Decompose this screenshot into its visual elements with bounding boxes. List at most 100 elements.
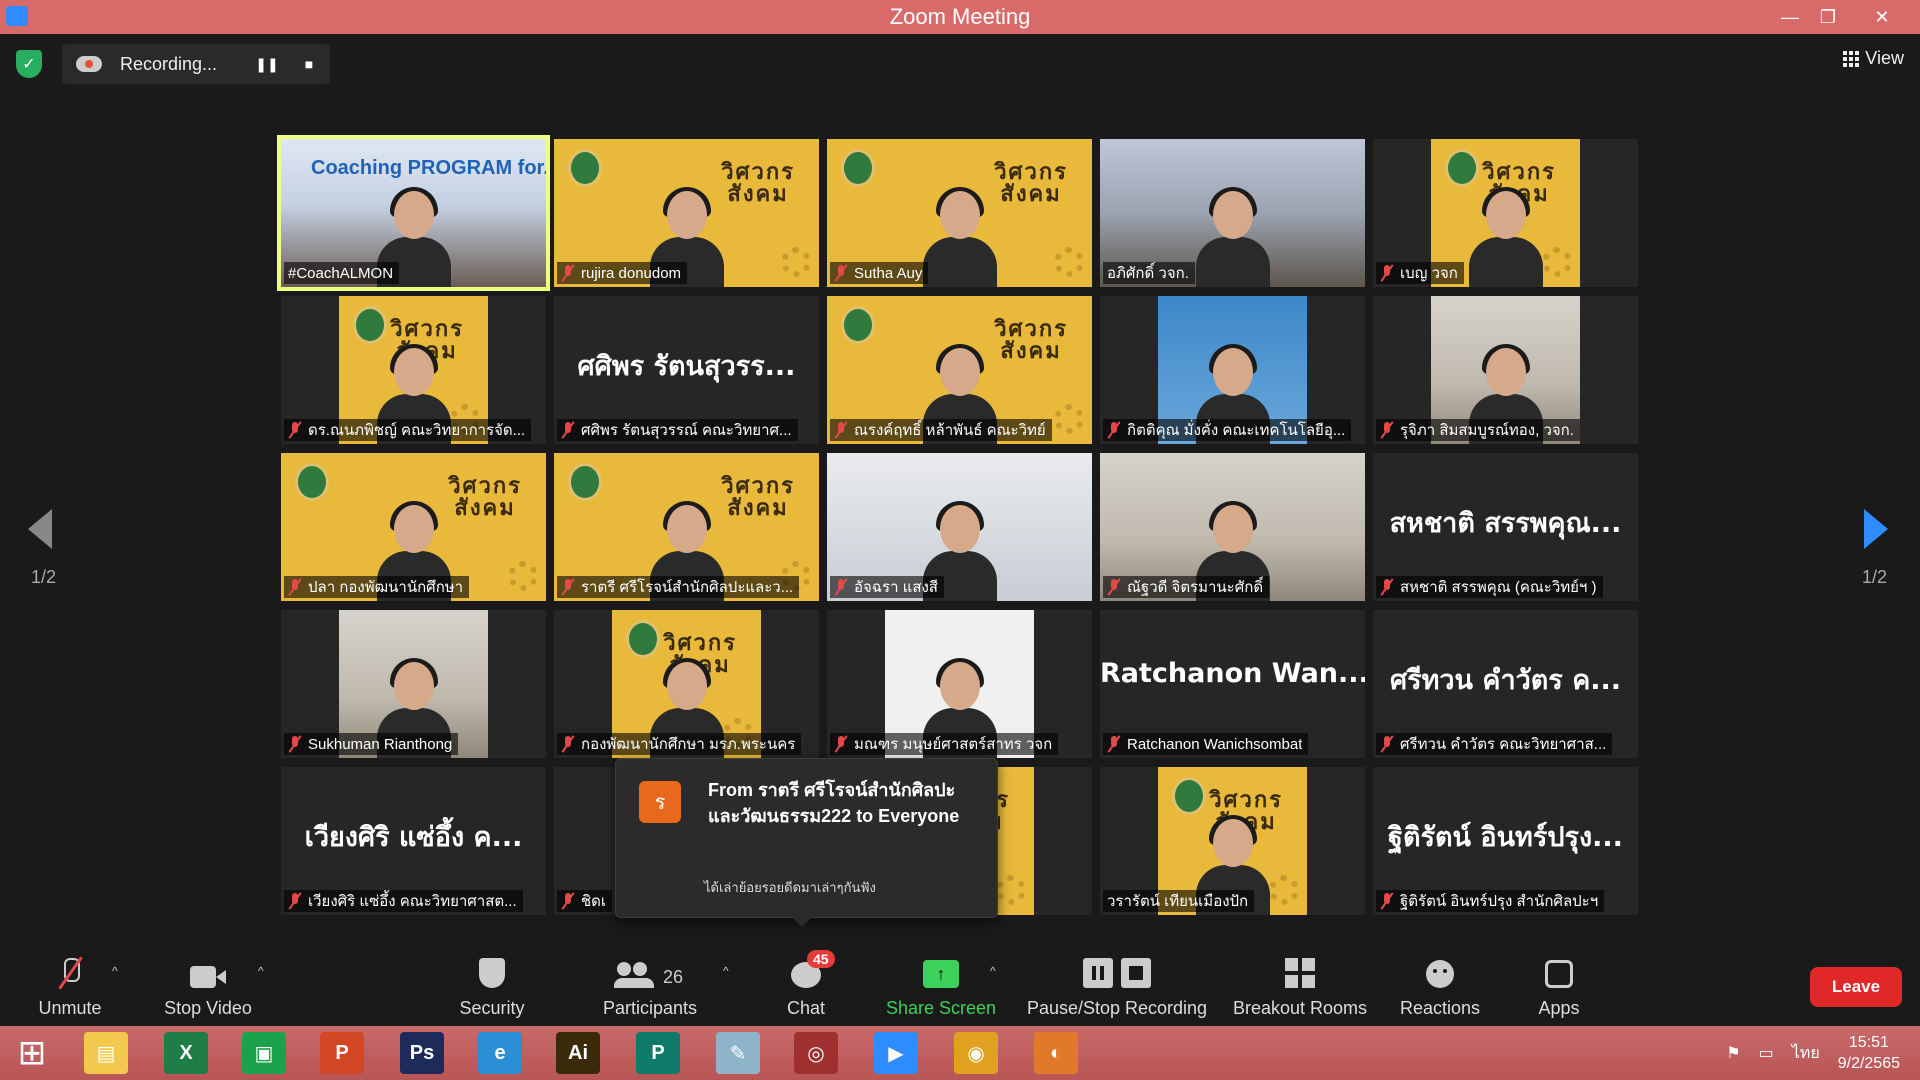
apps-icon — [1545, 960, 1573, 988]
virtual-background-brand-text: วิศวกร สังคม — [994, 316, 1068, 364]
smiley-reaction-icon — [1426, 960, 1454, 988]
participant-video-tile[interactable]: อัจฉรา แสงสี — [827, 453, 1092, 601]
participant-name: ณรงค์ฤทธิ์ หล้าพันธ์ คณะวิทย์ — [854, 422, 1046, 439]
security-label: Security — [459, 998, 525, 1018]
taskbar-notes-icon[interactable]: ✎ — [716, 1032, 760, 1074]
security-shield-icon — [479, 958, 505, 988]
pause-stop-recording-button[interactable]: Pause/Stop Recording — [1026, 944, 1208, 1026]
taskbar-windows-start-icon[interactable]: ⊞ — [10, 1032, 54, 1074]
muted-microphone-icon — [288, 579, 302, 595]
leave-button[interactable]: Leave — [1810, 967, 1902, 1007]
participant-video-tile[interactable]: วิศวกร สังคมณรงค์ฤทธิ์ หล้าพันธ์ คณะวิทย… — [827, 296, 1092, 444]
muted-microphone-icon — [561, 736, 575, 752]
participant-video-tile[interactable]: ศรีทวน คำวัตร ค... ศรีทวน คำวัตร คณะวิทยา… — [1373, 610, 1638, 758]
gear-decoration-icon — [781, 247, 811, 277]
stop-recording-button[interactable]: ■ — [294, 49, 324, 79]
participant-video-tile[interactable]: สหชาติ สรรพคุณ... สหชาติ สรรพคุณ (คณะวิทย… — [1373, 453, 1638, 601]
muted-microphone-icon — [834, 422, 848, 438]
share-screen-button[interactable]: ↑ Share Screen — [886, 944, 996, 1026]
participant-video-tile[interactable]: วิศวกร สังคม ราตรี ศรีโรจน์สำนักศิลปะและว… — [554, 453, 819, 601]
taskbar-powerpoint-icon[interactable]: P — [320, 1032, 364, 1074]
unmute-button[interactable]: Unmute — [34, 944, 106, 1026]
stop-video-button[interactable]: Stop Video — [160, 944, 256, 1026]
muted-microphone-icon — [561, 893, 575, 909]
participant-name-placeholder: Ratchanon Wan... — [1100, 658, 1365, 689]
security-button[interactable]: Security — [455, 944, 529, 1026]
participant-name: สหชาติ สรรพคุณ (คณะวิทย์ฯ ) — [1400, 579, 1597, 596]
encryption-shield-icon[interactable]: ✓ — [16, 50, 42, 78]
close-button[interactable]: ✕ — [1862, 0, 1902, 34]
taskbar-store-icon[interactable]: ▣ — [242, 1032, 286, 1074]
participant-video-tile[interactable]: มณฑร มนุษย์ศาสตร์สาทร วจก — [827, 610, 1092, 758]
audio-options-caret-icon[interactable]: ^ — [112, 964, 118, 978]
participant-silhouette — [1195, 187, 1270, 287]
participant-name-tag: ดร.ณนภพิชญ์ คณะวิทยาการจัด... — [284, 419, 532, 441]
participant-video-tile[interactable]: ณัฐวดี จิตรมานะศักดิ์ — [1100, 453, 1365, 601]
share-options-caret-icon[interactable]: ^ — [990, 964, 996, 978]
clock-date: 9/2/2565 — [1837, 1055, 1900, 1072]
minimize-button[interactable]: — — [1770, 0, 1810, 34]
recording-label: Recording... — [120, 53, 218, 74]
next-page-arrow-icon[interactable] — [1864, 505, 1894, 555]
participant-video-tile[interactable]: วิศวกร สังคมวรารัตน์ เทียนเมืองปัก — [1100, 767, 1365, 915]
participant-name-tag: ศรีทวน คำวัตร คณะวิทยาศาส... — [1376, 733, 1613, 755]
restore-button[interactable]: ❐ — [1808, 0, 1848, 34]
flag-icon[interactable]: ⚑ — [1726, 1043, 1740, 1063]
participant-video-tile[interactable]: Sukhuman Rianthong — [281, 610, 546, 758]
participant-video-tile[interactable]: วิศวกร สังคม Sutha Auy — [827, 139, 1092, 287]
muted-microphone-icon — [561, 265, 575, 281]
participant-video-tile[interactable]: อภิศักดิ์ วจก. — [1100, 139, 1365, 287]
taskbar-photoshop-icon[interactable]: Ps — [400, 1032, 444, 1074]
participant-video-tile[interactable]: Coaching PROGRAM for...er #CoachALMON — [277, 135, 550, 291]
gear-decoration-icon — [1054, 247, 1084, 277]
taskbar-excel-icon[interactable]: X — [164, 1032, 208, 1074]
participant-name: รุจิภา สิมสมบูรณ์ทอง, วจก. — [1400, 422, 1574, 439]
participant-name-tag: ชิดเ — [557, 890, 613, 912]
participant-video-tile[interactable]: ศศิพร รัตนสุวรร... ศศิพร รัตนสุวรรณ์ คณะว… — [554, 296, 819, 444]
participant-video-tile[interactable]: ฐิติรัตน์ อินทร์ปรุง... ฐิติรัตน์ อินทร์ป… — [1373, 767, 1638, 915]
zoom-app-icon — [6, 6, 28, 26]
participant-name: ชิดเ — [581, 893, 607, 910]
participant-video-tile[interactable]: วิศวกร สังคม ปลา กองพัฒนานักศึกษา — [281, 453, 546, 601]
pause-recording-button[interactable]: ❚❚ — [252, 49, 282, 79]
taskbar-photoscape-icon[interactable]: ◎ — [794, 1032, 838, 1074]
participant-video-tile[interactable]: รุจิภา สิมสมบูรณ์ทอง, วจก. — [1373, 296, 1638, 444]
gear-decoration-icon — [996, 875, 1026, 905]
language-indicator[interactable]: ไทย — [1792, 1041, 1820, 1066]
taskbar-zoom-icon[interactable]: ▶ — [874, 1032, 918, 1074]
previous-page-arrow-icon[interactable] — [28, 505, 58, 555]
participant-video-tile[interactable]: วิศวกร สังคมกองพัฒนานักศึกษา มรภ.พระนคร — [554, 610, 819, 758]
participant-video-tile[interactable]: กิตติคุณ มั่งคั่ง คณะเทคโนโลยีอุ... — [1100, 296, 1365, 444]
network-icon[interactable]: ▭ — [1759, 1043, 1774, 1063]
taskbar-publisher-icon[interactable]: P — [636, 1032, 680, 1074]
participant-video-tile[interactable]: Ratchanon Wan... Ratchanon Wanichsombat — [1100, 610, 1365, 758]
clock[interactable]: 15:51 9/2/2565 — [1838, 1032, 1900, 1074]
participant-video-tile[interactable]: วิศวกร สังคมดร.ณนภพิชญ์ คณะวิทยาการจัด..… — [281, 296, 546, 444]
participant-video-tile[interactable]: วิศวกร สังคม rujira donudom — [554, 139, 819, 287]
taskbar-internet-explorer-icon[interactable]: e — [478, 1032, 522, 1074]
participant-name-tag: Sukhuman Rianthong — [284, 733, 459, 755]
taskbar-illustrator-icon[interactable]: Ai — [556, 1032, 600, 1074]
apps-button[interactable]: Apps — [1534, 944, 1584, 1026]
participants-options-caret-icon[interactable]: ^ — [723, 964, 729, 978]
participant-name-tag: อภิศักดิ์ วจก. — [1103, 262, 1195, 284]
meeting-top-bar: ✓ Recording... ❚❚ ■ View — [0, 34, 1920, 94]
taskbar-photos-icon[interactable]: ◐ — [1034, 1032, 1078, 1074]
taskbar-file-explorer-icon[interactable]: ▤ — [84, 1032, 128, 1074]
taskbar-chrome-icon[interactable]: ◉ — [954, 1032, 998, 1074]
reactions-button[interactable]: Reactions — [1400, 944, 1480, 1026]
breakout-rooms-button[interactable]: Breakout Rooms — [1232, 944, 1368, 1026]
view-button[interactable]: View — [1843, 48, 1904, 69]
virtual-background-brand-text: วิศวกร สังคม — [721, 473, 795, 521]
virtual-background-brand-text: วิศวกร สังคม — [721, 159, 795, 207]
participant-name: ศรีทวน คำวัตร คณะวิทยาศาส... — [1400, 736, 1607, 753]
participants-button[interactable]: 26 Participants — [600, 944, 700, 1026]
participant-video-tile[interactable]: เวียงศิริ แซ่อึ้ง ค... เวียงศิริ แซ่อึ้ง … — [281, 767, 546, 915]
video-options-caret-icon[interactable]: ^ — [258, 964, 264, 978]
participant-name: เวียงศิริ แซ่อึ้ง คณะวิทยาศาสต... — [308, 893, 517, 910]
participant-video-tile[interactable]: วิศวกร สังคมเบญ วจก — [1373, 139, 1638, 287]
muted-microphone-icon — [288, 422, 302, 438]
chat-notification-popup[interactable]: ร From ราตรี ศรีโรจน์สำนักศิลปะและวัฒนธร… — [615, 758, 998, 927]
chat-button[interactable]: 45 Chat — [782, 944, 835, 1026]
muted-microphone-icon — [1107, 736, 1121, 752]
